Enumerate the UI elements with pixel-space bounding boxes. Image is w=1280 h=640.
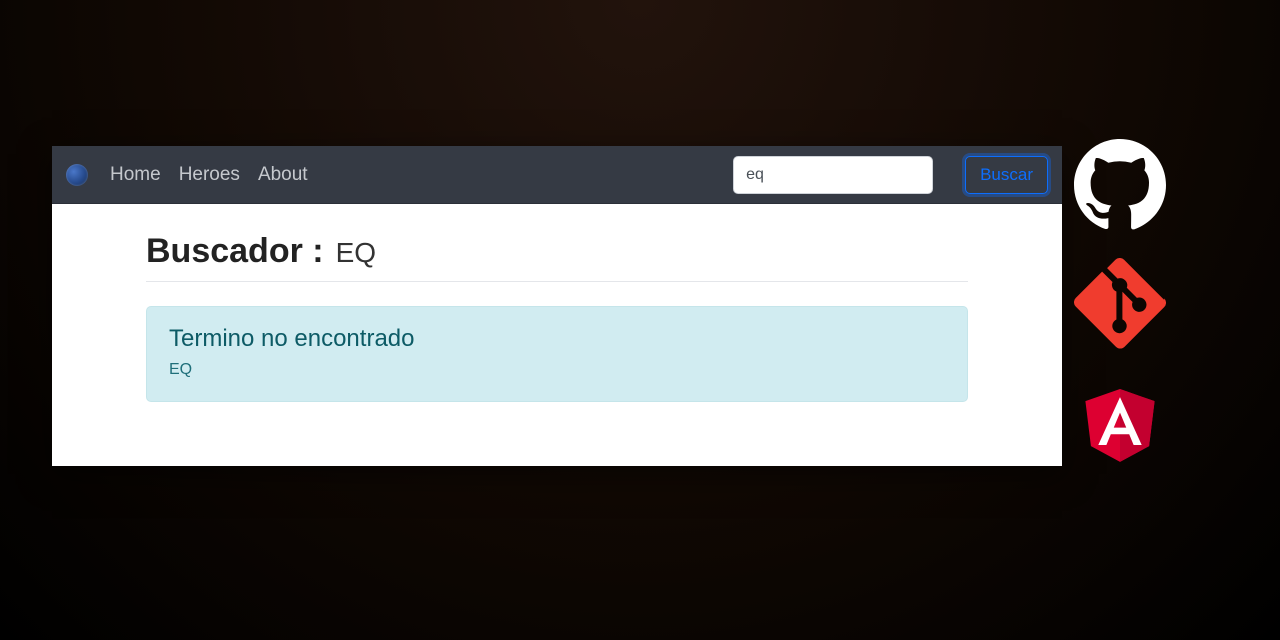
nav-heroes[interactable]: Heroes bbox=[179, 164, 240, 186]
alert-not-found: Termino no encontrado EQ bbox=[146, 306, 968, 402]
page-content: Buscador : EQ Termino no encontrado EQ bbox=[52, 204, 1062, 466]
page-heading: Buscador : EQ bbox=[146, 232, 968, 282]
alert-title: Termino no encontrado bbox=[169, 325, 945, 353]
page-term: EQ bbox=[336, 237, 376, 269]
brand-logo-icon[interactable] bbox=[66, 164, 88, 186]
angular-icon bbox=[1074, 378, 1166, 470]
nav-links: Home Heroes About bbox=[110, 164, 308, 186]
search-button[interactable]: Buscar bbox=[965, 156, 1048, 194]
git-icon bbox=[1074, 258, 1166, 350]
app-window: Home Heroes About Buscar Buscador : EQ T… bbox=[52, 146, 1062, 466]
alert-term: EQ bbox=[169, 361, 945, 379]
search-input[interactable] bbox=[733, 156, 933, 194]
page-title: Buscador : bbox=[146, 232, 324, 271]
github-icon bbox=[1074, 138, 1166, 230]
nav-home[interactable]: Home bbox=[110, 164, 161, 186]
navbar: Home Heroes About Buscar bbox=[52, 146, 1062, 204]
tech-stack bbox=[1074, 138, 1166, 470]
nav-about[interactable]: About bbox=[258, 164, 308, 186]
